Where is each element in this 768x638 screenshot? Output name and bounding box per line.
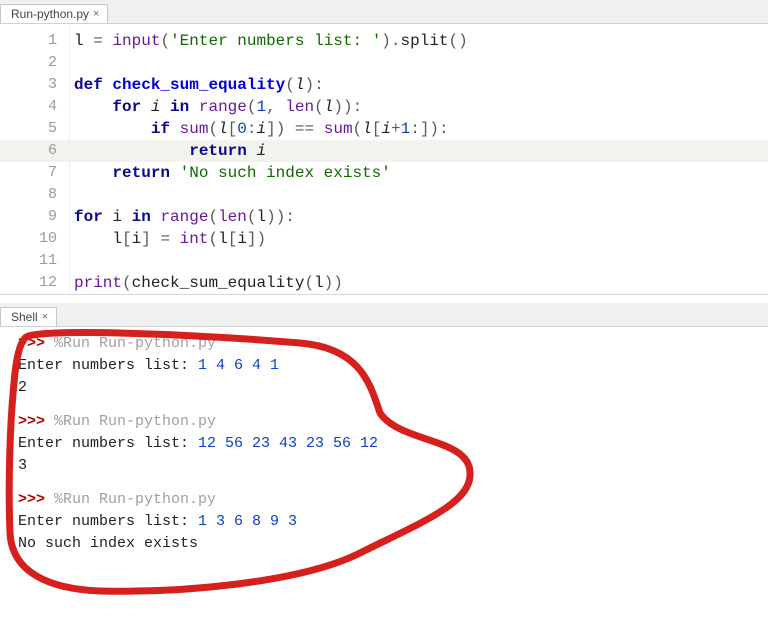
close-icon[interactable]: × <box>42 311 48 323</box>
shell-prompt: >>> <box>18 335 45 352</box>
shell-run-block: >>> %Run Run-python.py Enter numbers lis… <box>18 489 758 555</box>
editor-tab-label: Run-python.py <box>11 7 89 21</box>
user-input: 1 4 6 4 1 <box>198 357 279 374</box>
shell-tab[interactable]: Shell × <box>0 307 57 326</box>
editor-tab[interactable]: Run-python.py × <box>0 4 108 23</box>
code-line[interactable]: return 'No such index exists' <box>70 162 768 184</box>
code-line[interactable]: return i <box>70 140 768 162</box>
code-area[interactable]: l = input('Enter numbers list: ').split(… <box>70 24 768 294</box>
editor-tab-bar: Run-python.py × <box>0 0 768 24</box>
shell-prompt: >>> <box>18 413 45 430</box>
code-line[interactable] <box>70 250 768 272</box>
code-line[interactable]: for i in range(len(l)): <box>70 206 768 228</box>
shell-panel: Shell × >>> %Run Run-python.py Enter num… <box>0 303 768 607</box>
code-line[interactable] <box>70 184 768 206</box>
input-label: Enter numbers list: <box>18 435 198 452</box>
code-line[interactable]: l = input('Enter numbers list: ').split(… <box>70 30 768 52</box>
line-number: 1 <box>0 30 69 52</box>
shell-output[interactable]: >>> %Run Run-python.py Enter numbers lis… <box>0 327 768 607</box>
shell-run-block: >>> %Run Run-python.py Enter numbers lis… <box>18 411 758 477</box>
line-number: 2 <box>0 52 69 74</box>
run-command: %Run Run-python.py <box>54 413 216 430</box>
input-label: Enter numbers list: <box>18 513 198 530</box>
line-number: 5 <box>0 118 69 140</box>
line-number: 4 <box>0 96 69 118</box>
code-line[interactable]: print(check_sum_equality(l)) <box>70 272 768 294</box>
shell-tab-label: Shell <box>11 310 38 324</box>
code-line[interactable]: def check_sum_equality(l): <box>70 74 768 96</box>
user-input: 12 56 23 43 23 56 12 <box>198 435 378 452</box>
shell-tab-bar: Shell × <box>0 303 768 327</box>
run-output: No such index exists <box>18 535 198 552</box>
input-label: Enter numbers list: <box>18 357 198 374</box>
line-number: 7 <box>0 162 69 184</box>
run-output: 2 <box>18 379 27 396</box>
line-number: 10 <box>0 228 69 250</box>
line-number: 12 <box>0 272 69 294</box>
close-icon[interactable]: × <box>93 8 99 20</box>
code-line[interactable]: l[i] = int(l[i]) <box>70 228 768 250</box>
code-line[interactable]: for i in range(1, len(l)): <box>70 96 768 118</box>
line-number: 8 <box>0 184 69 206</box>
line-gutter: 1 2 3 4 5 6 7 8 9 10 11 12 <box>0 24 70 294</box>
shell-prompt: >>> <box>18 491 45 508</box>
user-input: 1 3 6 8 9 3 <box>198 513 297 530</box>
line-number: 9 <box>0 206 69 228</box>
run-command: %Run Run-python.py <box>54 335 216 352</box>
code-line[interactable] <box>70 52 768 74</box>
line-number: 11 <box>0 250 69 272</box>
run-output: 3 <box>18 457 27 474</box>
code-editor[interactable]: 1 2 3 4 5 6 7 8 9 10 11 12 l = input('En… <box>0 24 768 295</box>
run-command: %Run Run-python.py <box>54 491 216 508</box>
shell-run-block: >>> %Run Run-python.py Enter numbers lis… <box>18 333 758 399</box>
line-number: 3 <box>0 74 69 96</box>
line-number: 6 <box>0 140 69 162</box>
code-line[interactable]: if sum(l[0:i]) == sum(l[i+1:]): <box>70 118 768 140</box>
